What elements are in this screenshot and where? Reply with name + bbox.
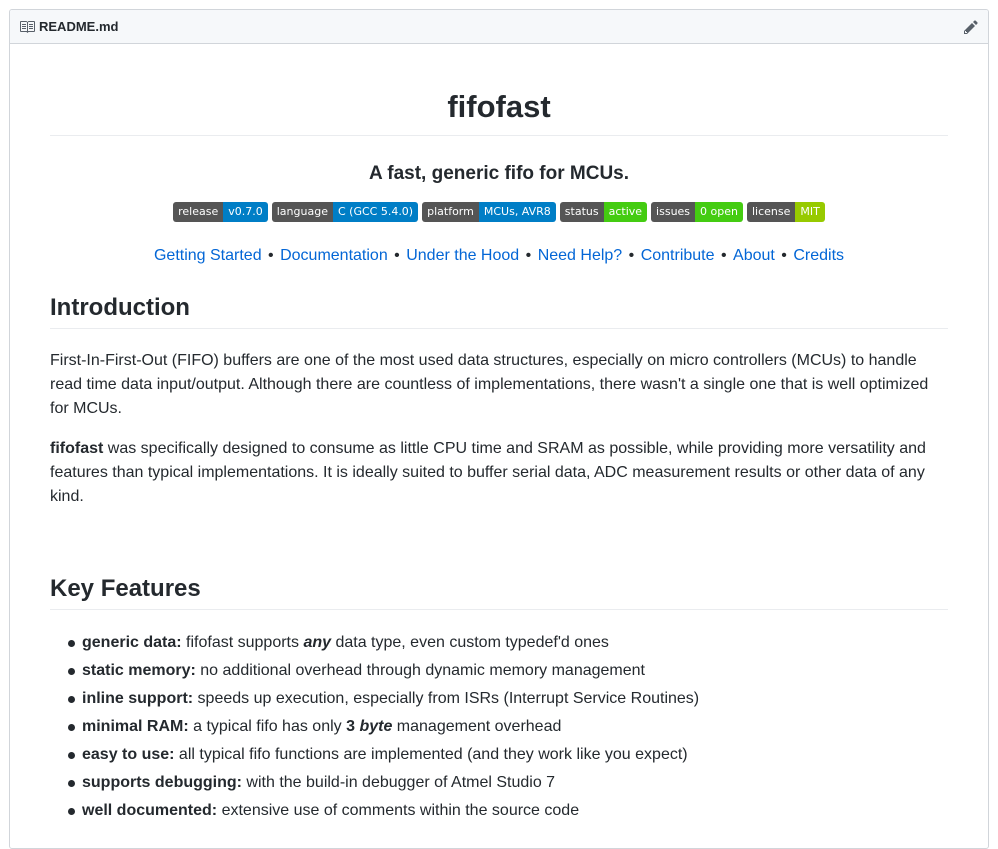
book-icon bbox=[19, 19, 35, 35]
badge-value: MCUs, AVR8 bbox=[478, 202, 556, 222]
readme-content: fifofast A fast, generic fifo for MCUs. … bbox=[10, 44, 988, 825]
nav-link-credits[interactable]: Credits bbox=[793, 247, 844, 264]
feature-title: minimal RAM: bbox=[82, 718, 189, 735]
badge-language[interactable]: language C (GCC 5.4.0) bbox=[271, 202, 419, 222]
feature-emphasis: any bbox=[303, 634, 332, 651]
badge-value: 0 open bbox=[695, 202, 743, 222]
intro-paragraph-1: First-In-First-Out (FIFO) buffers are on… bbox=[50, 352, 929, 417]
nav-separator: • bbox=[521, 247, 536, 264]
badge-value: v0.7.0 bbox=[223, 202, 268, 222]
feature-text: extensive use of comments within the sou… bbox=[217, 802, 580, 819]
intro-paragraph-2-text: was specifically designed to consume as … bbox=[50, 440, 926, 505]
heading-introduction: Introduction bbox=[50, 293, 948, 329]
nav-separator: • bbox=[776, 247, 792, 264]
badge-label: release bbox=[173, 202, 224, 222]
readme-filename: README.md bbox=[39, 19, 119, 34]
heading-key-features: Key Features bbox=[50, 574, 948, 610]
feature-title: static memory: bbox=[82, 662, 196, 679]
feature-text: a typical fifo has only bbox=[188, 718, 347, 735]
feature-emphasis: byte bbox=[359, 718, 393, 735]
feature-title: well documented: bbox=[82, 802, 218, 819]
nav-link-under-the-hood[interactable]: Under the Hood bbox=[406, 247, 519, 264]
nav-separator: • bbox=[389, 247, 405, 264]
badge-license[interactable]: license MIT bbox=[747, 202, 825, 222]
feature-item: supports debugging: with the build-in de… bbox=[66, 769, 948, 797]
title-section: fifofast bbox=[50, 44, 948, 136]
page-title: fifofast bbox=[447, 89, 551, 124]
badge-row: release v0.7.0 language C (GCC 5.4.0) platfo… bbox=[50, 202, 948, 222]
feature-item: easy to use: all typical fifo functions … bbox=[66, 741, 948, 769]
badge-release[interactable]: release v0.7.0 bbox=[173, 202, 268, 222]
readme-box: README.md fifofast A fast, generic fifo … bbox=[9, 9, 989, 849]
nav-separator: • bbox=[624, 247, 639, 264]
nav-link-about[interactable]: About bbox=[733, 247, 775, 264]
feature-text: management overhead bbox=[392, 718, 562, 735]
badge-value: C (GCC 5.4.0) bbox=[332, 202, 419, 222]
badge-value: active bbox=[603, 202, 648, 222]
badge-issues[interactable]: issues 0 open bbox=[651, 202, 743, 222]
feature-item: well documented: extensive use of commen… bbox=[66, 797, 948, 825]
fifofast-bold: fifofast bbox=[50, 440, 104, 457]
badge-platform[interactable]: platform MCUs, AVR8 bbox=[422, 202, 556, 222]
nav-link-documentation[interactable]: Documentation bbox=[280, 247, 388, 264]
feature-item: minimal RAM: a typical fifo has only 3 b… bbox=[66, 713, 948, 741]
readme-header: README.md bbox=[10, 10, 988, 44]
pencil-icon[interactable] bbox=[964, 19, 980, 35]
feature-text: fifofast supports bbox=[181, 634, 304, 651]
feature-text: no additional overhead through dynamic m… bbox=[195, 662, 645, 679]
features-list: generic data: fifofast supports any data… bbox=[50, 629, 948, 825]
nav-links: Getting Started • Documentation • Under … bbox=[50, 245, 948, 267]
feature-title: generic data: bbox=[82, 634, 182, 651]
nav-link-contribute[interactable]: Contribute bbox=[641, 247, 715, 264]
nav-link-need-help[interactable]: Need Help? bbox=[538, 247, 623, 264]
badge-label: language bbox=[271, 202, 333, 222]
badge-label: license bbox=[747, 202, 796, 222]
nav-separator: • bbox=[263, 247, 279, 264]
feature-emphasis-wrap: byte bbox=[359, 718, 392, 735]
nav-separator: • bbox=[716, 247, 732, 264]
feature-text: data type, even custom typedef'd ones bbox=[331, 634, 609, 651]
badge-label: status bbox=[559, 202, 604, 222]
nav-link-getting-started[interactable]: Getting Started bbox=[154, 247, 262, 264]
feature-title: inline support: bbox=[82, 690, 194, 707]
feature-strong: 3 bbox=[346, 718, 355, 735]
feature-text: speeds up execution, especially from ISR… bbox=[193, 690, 700, 707]
badge-value: MIT bbox=[795, 202, 825, 222]
feature-title: easy to use: bbox=[82, 746, 175, 763]
page-subtitle: A fast, generic fifo for MCUs. bbox=[368, 163, 630, 184]
badge-status[interactable]: status active bbox=[559, 202, 648, 222]
feature-title: supports debugging: bbox=[82, 774, 242, 791]
badge-label: issues bbox=[651, 202, 696, 222]
intro-paragraph-2: fifofast was specifically designed to co… bbox=[50, 437, 948, 509]
feature-item: static memory: no additional overhead th… bbox=[66, 657, 948, 685]
feature-item: generic data: fifofast supports any data… bbox=[66, 629, 948, 657]
feature-emphasis-wrap: any bbox=[303, 634, 331, 651]
feature-text: with the build-in debugger of Atmel Stud… bbox=[241, 774, 556, 791]
feature-text: all typical fifo functions are implement… bbox=[174, 746, 688, 763]
badge-label: platform bbox=[422, 202, 479, 222]
feature-item: inline support: speeds up execution, esp… bbox=[66, 685, 948, 713]
